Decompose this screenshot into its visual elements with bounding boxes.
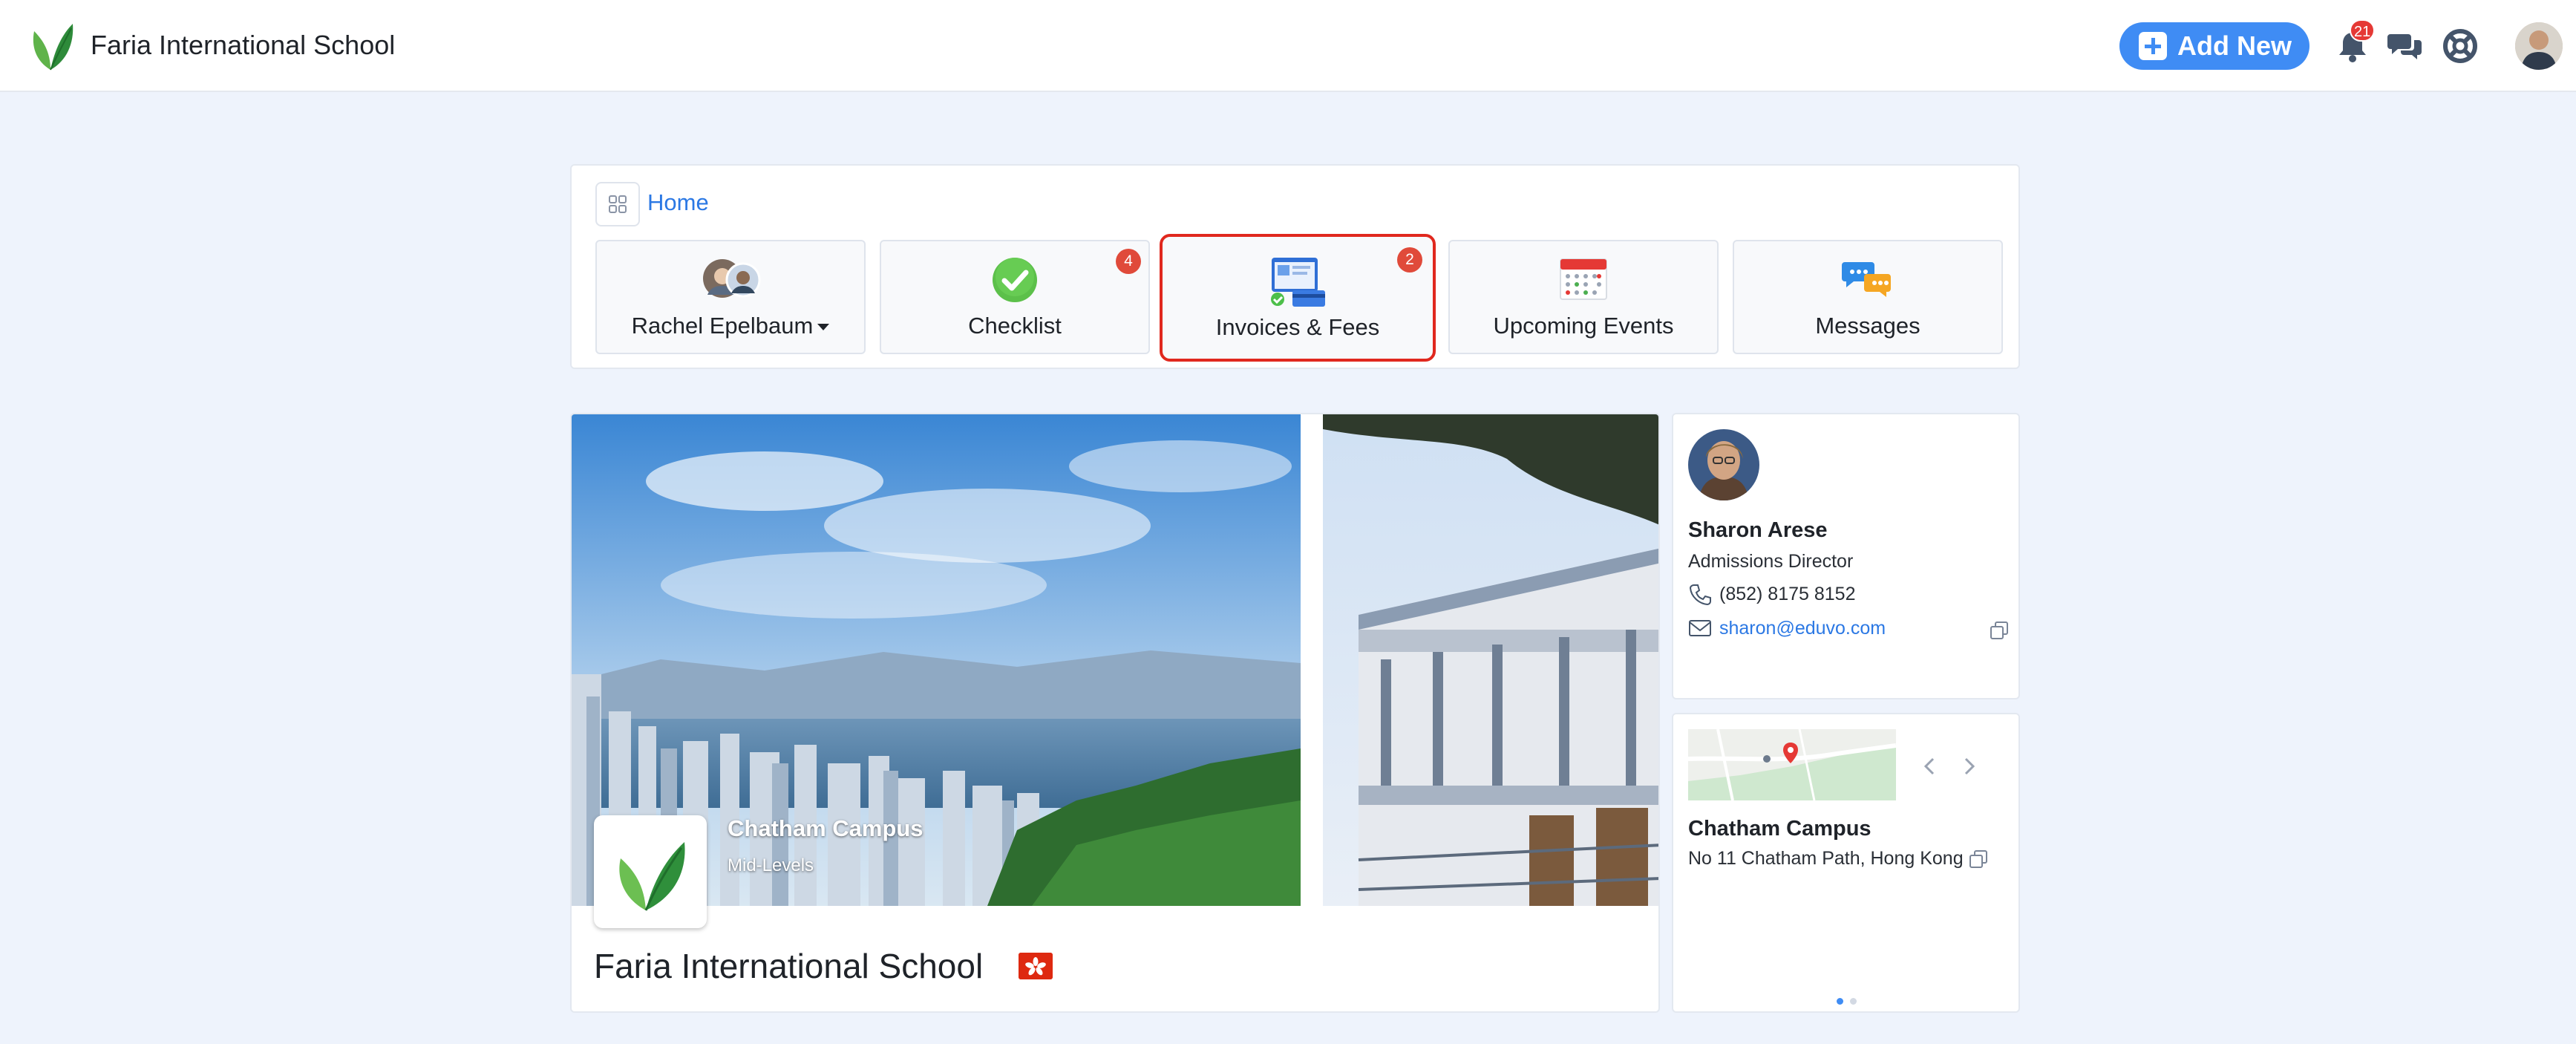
messages-bubbles-icon: [1842, 262, 1891, 297]
school-name[interactable]: Faria International School: [91, 27, 395, 64]
campus-logo: [594, 815, 707, 928]
chevron-right-icon[interactable]: [1958, 754, 1979, 778]
tile-messages[interactable]: Messages: [1733, 240, 2003, 354]
contact-phone[interactable]: (852) 8175 8152: [1719, 584, 1855, 605]
contact-avatar: [1688, 429, 1759, 500]
invoices-fees-label: Invoices & Fees: [1215, 314, 1380, 340]
map-image: [1688, 729, 1896, 800]
navigation-card: Home Rachel Epelbaum 4 Checklist 2 Invoi…: [570, 164, 2020, 369]
checklist-check-icon: [993, 258, 1037, 302]
help-lifebuoy-icon[interactable]: [2441, 27, 2479, 65]
copy-address-icon[interactable]: [1969, 849, 1988, 869]
invoices-badge: 2: [1397, 247, 1422, 273]
add-new-button[interactable]: Add New: [2119, 22, 2309, 70]
contact-email-link[interactable]: sharon@eduvo.com: [1719, 618, 1886, 639]
contact-card: Sharon Arese Admissions Director (852) 8…: [1672, 413, 2020, 699]
campus-name: Chatham Campus: [1688, 817, 1871, 841]
plus-icon: [2139, 32, 2167, 60]
contact-name: Sharon Arese: [1688, 518, 1828, 542]
add-new-label: Add New: [2177, 30, 2292, 61]
tile-student-selector[interactable]: Rachel Epelbaum: [595, 240, 866, 354]
chat-icon[interactable]: [2386, 27, 2425, 65]
mail-icon: [1689, 620, 1711, 636]
grid-icon: [609, 195, 627, 213]
carousel-dot[interactable]: [1850, 998, 1857, 1005]
calendar-icon: [1560, 258, 1607, 300]
school-leaf-logo-icon: [619, 842, 685, 911]
invoice-card-icon: [1271, 258, 1325, 307]
hero-campus-name: Chatham Campus: [728, 815, 923, 841]
messages-label: Messages: [1815, 313, 1920, 339]
home-grid-button[interactable]: [595, 182, 640, 226]
chevron-left-icon[interactable]: [1920, 754, 1941, 778]
hero-campus-area: Mid-Levels: [728, 855, 814, 875]
tile-upcoming-events[interactable]: Upcoming Events: [1448, 240, 1719, 354]
checklist-label: Checklist: [968, 313, 1062, 339]
phone-icon: [1689, 584, 1711, 606]
checklist-badge: 4: [1116, 249, 1141, 274]
contact-role: Admissions Director: [1688, 551, 1854, 572]
student-avatars-icon: [703, 259, 761, 298]
top-bar: Faria International School Add New 21: [0, 0, 2576, 92]
student-name-label: Rachel Epelbaum: [631, 313, 814, 339]
campus-card: Chatham Campus No 11 Chatham Path, Hong …: [1672, 713, 2020, 1013]
breadcrumb-home-link[interactable]: Home: [647, 189, 709, 216]
user-avatar[interactable]: [2515, 22, 2563, 70]
hong-kong-flag-icon: [1019, 953, 1053, 979]
notification-count-badge: 21: [2350, 19, 2376, 42]
caret-down-icon: [817, 324, 830, 331]
school-logo-icon[interactable]: [28, 21, 74, 71]
copy-email-icon[interactable]: [1990, 621, 2009, 640]
carousel-dot-active[interactable]: [1837, 998, 1843, 1005]
school-title: Faria International School: [594, 947, 984, 985]
campus-address: No 11 Chatham Path, Hong Kong: [1688, 848, 1964, 869]
tile-checklist[interactable]: 4 Checklist: [880, 240, 1150, 354]
school-hero-card: Chatham Campus Mid-Levels Faria Internat…: [570, 413, 1660, 1013]
upcoming-events-label: Upcoming Events: [1493, 313, 1674, 339]
campus-map-thumbnail[interactable]: [1688, 729, 1896, 800]
tile-invoices-fees[interactable]: 2 Invoices & Fees: [1160, 234, 1436, 362]
